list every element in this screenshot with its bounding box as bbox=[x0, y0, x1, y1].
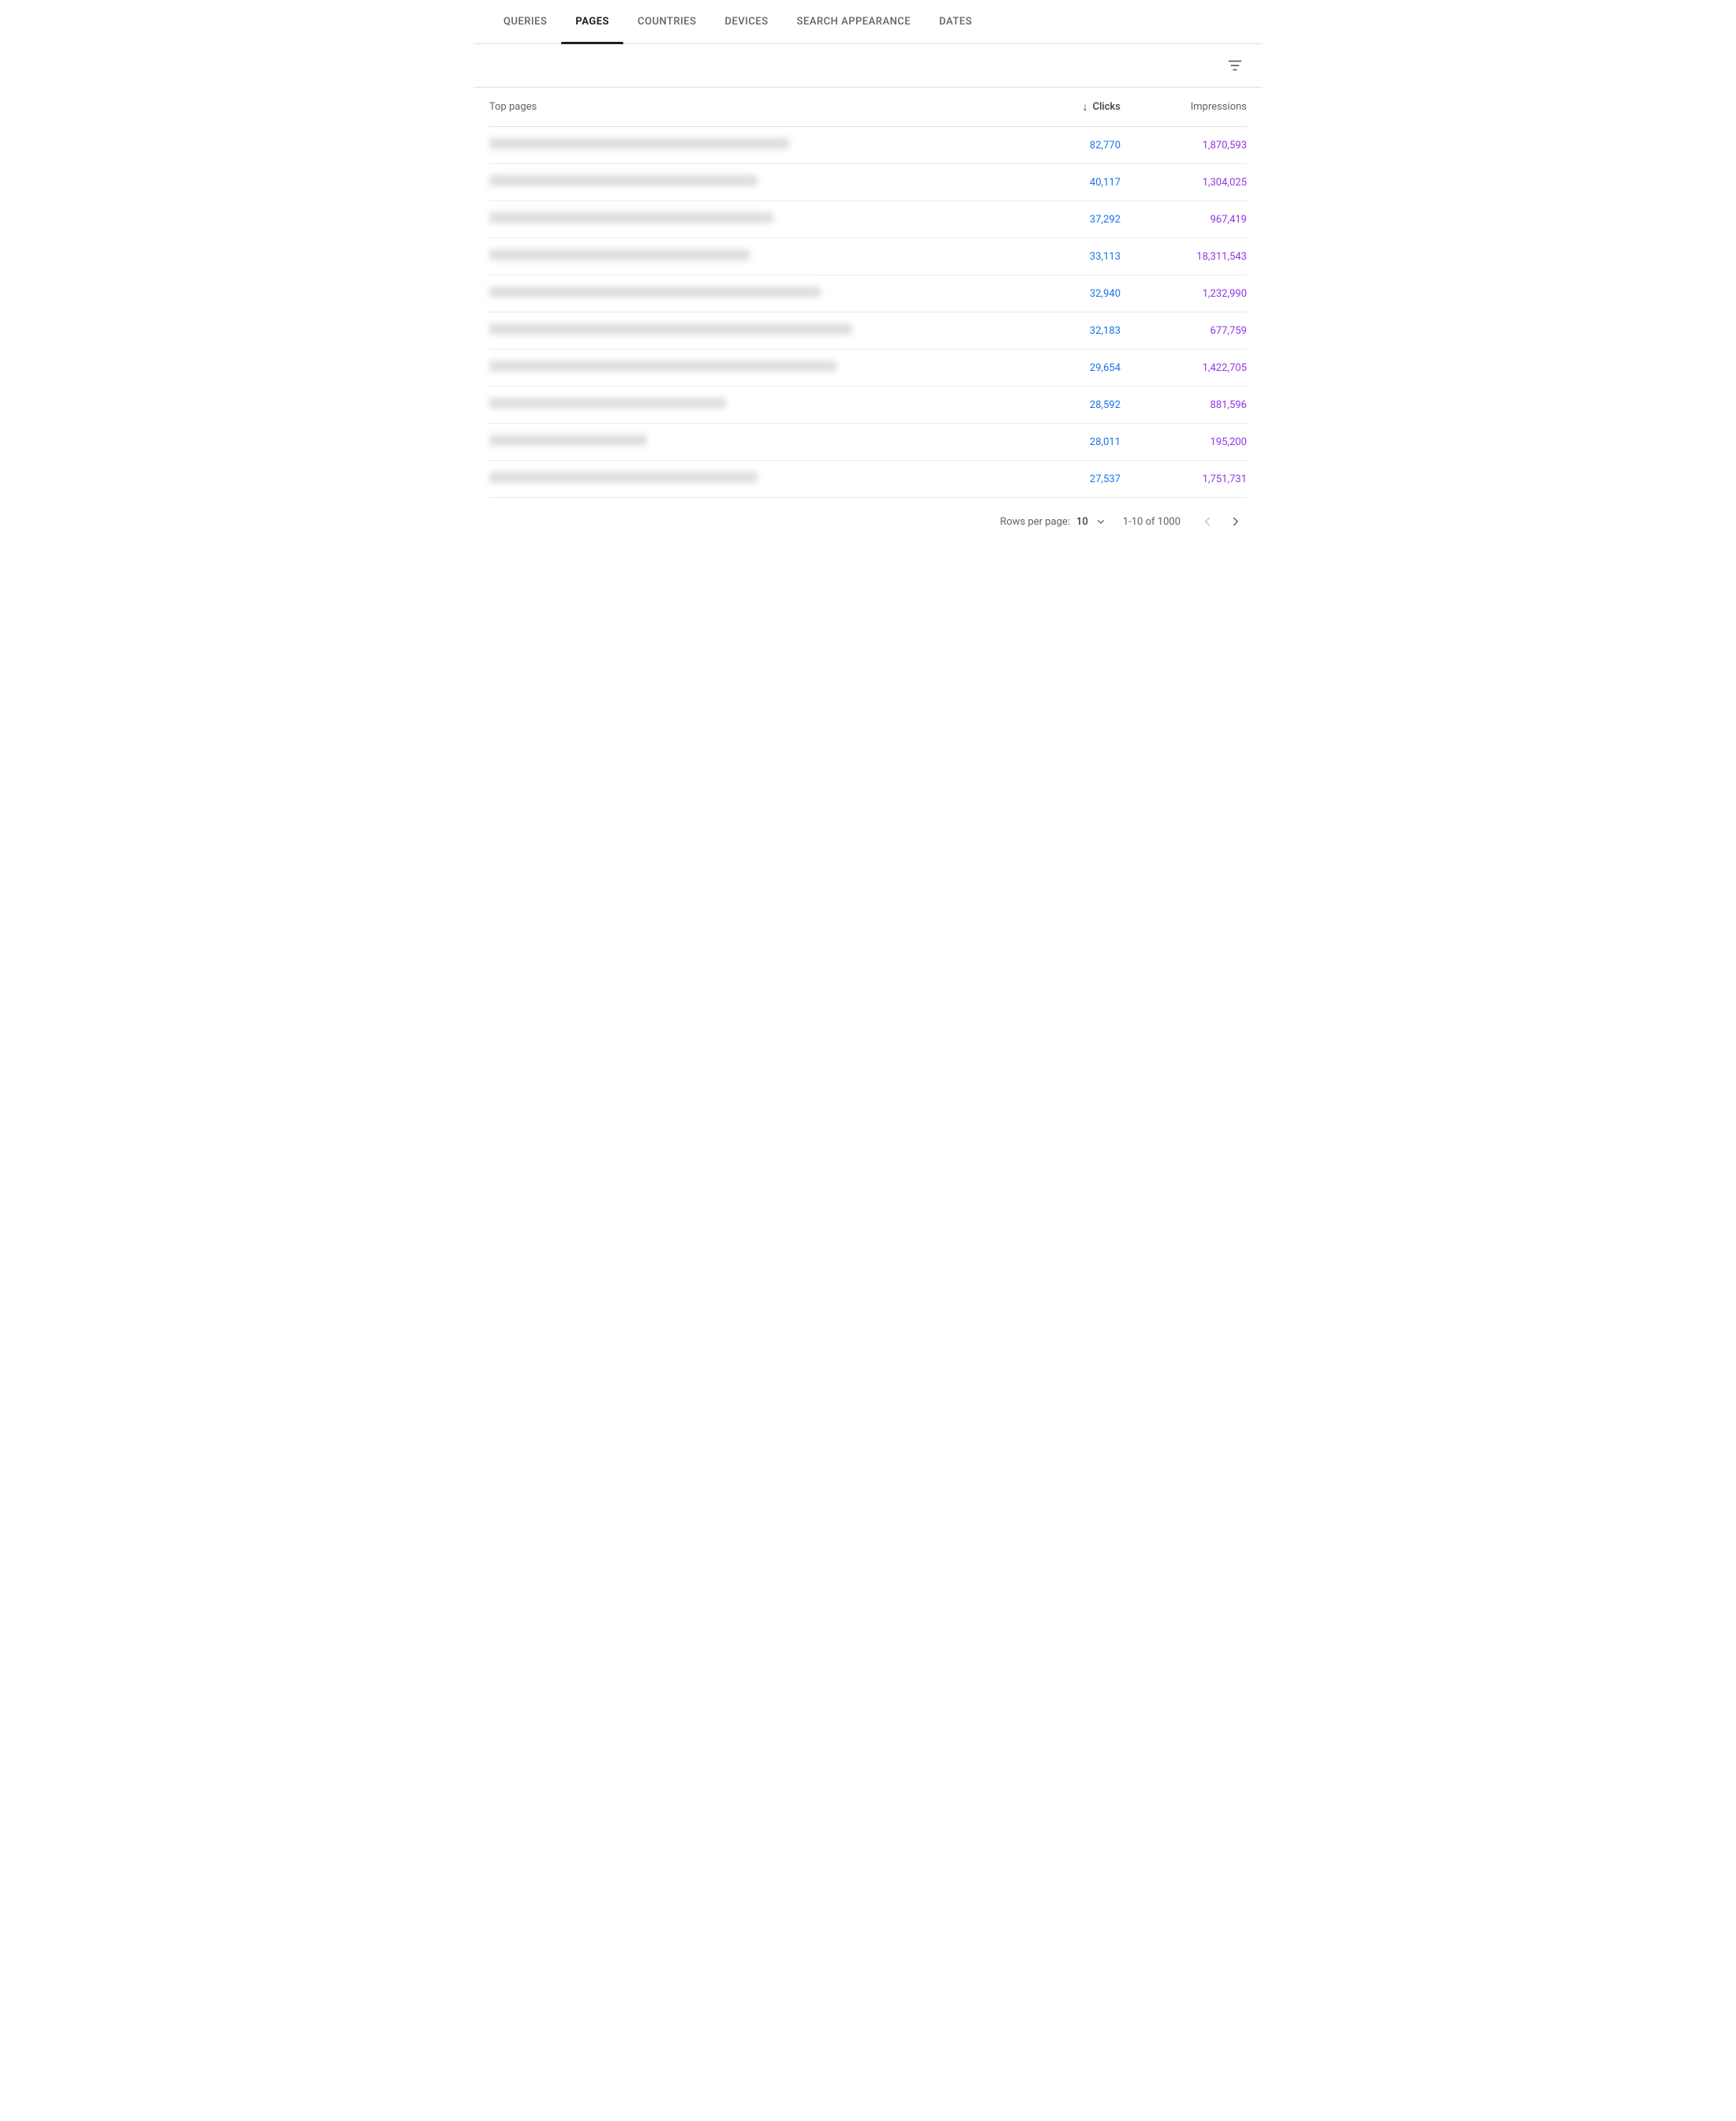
cell-impressions: 1,232,990 bbox=[1121, 288, 1247, 300]
tab-devices[interactable]: DEVICES bbox=[711, 0, 783, 43]
table-header-row: Top pages ↓ Clicks Impressions bbox=[489, 88, 1247, 127]
cell-impressions: 967,419 bbox=[1121, 214, 1247, 226]
rows-dropdown[interactable] bbox=[1094, 515, 1107, 528]
cell-clicks: 27,537 bbox=[994, 473, 1121, 485]
table-row: 28,011 195,200 bbox=[489, 424, 1247, 461]
cell-clicks: 32,940 bbox=[994, 288, 1121, 300]
tab-queries[interactable]: QUERIES bbox=[489, 0, 561, 43]
tab-dates[interactable]: DATES bbox=[925, 0, 986, 43]
cell-impressions: 1,422,705 bbox=[1121, 362, 1247, 374]
cell-clicks: 33,113 bbox=[994, 251, 1121, 263]
cell-clicks: 37,292 bbox=[994, 214, 1121, 226]
header-page: Top pages bbox=[489, 101, 994, 113]
table-row: 28,592 881,596 bbox=[489, 387, 1247, 424]
data-table: Top pages ↓ Clicks Impressions 82,770 1,… bbox=[473, 88, 1263, 498]
cell-url bbox=[489, 435, 994, 449]
cell-url bbox=[489, 138, 994, 152]
cell-url bbox=[489, 324, 994, 338]
cell-impressions: 1,751,731 bbox=[1121, 473, 1247, 485]
page-navigation bbox=[1196, 511, 1247, 533]
table-row: 37,292 967,419 bbox=[489, 201, 1247, 238]
table-row: 27,537 1,751,731 bbox=[489, 461, 1247, 498]
cell-clicks: 28,011 bbox=[994, 436, 1121, 448]
cell-impressions: 881,596 bbox=[1121, 399, 1247, 411]
sort-arrow-icon: ↓ bbox=[1083, 100, 1088, 114]
cell-impressions: 195,200 bbox=[1121, 436, 1247, 448]
cell-clicks: 32,183 bbox=[994, 325, 1121, 337]
next-page-button[interactable] bbox=[1225, 511, 1247, 533]
table-row: 33,113 18,311,543 bbox=[489, 238, 1247, 275]
cell-impressions: 1,870,593 bbox=[1121, 140, 1247, 152]
cell-clicks: 28,592 bbox=[994, 399, 1121, 411]
page-info: 1-10 of 1000 bbox=[1123, 516, 1180, 528]
pagination-bar: Rows per page: 10 1-10 of 1000 bbox=[473, 498, 1263, 545]
table-row: 40,117 1,304,025 bbox=[489, 164, 1247, 201]
cell-url bbox=[489, 361, 994, 375]
cell-impressions: 1,304,025 bbox=[1121, 177, 1247, 189]
rows-per-page-label: Rows per page: bbox=[1000, 516, 1070, 528]
header-clicks[interactable]: ↓ Clicks bbox=[994, 100, 1121, 114]
filter-bar bbox=[473, 44, 1263, 88]
cell-clicks: 40,117 bbox=[994, 177, 1121, 189]
tab-search-appearance[interactable]: SEARCH APPEARANCE bbox=[783, 0, 926, 43]
cell-url bbox=[489, 398, 994, 412]
prev-page-button[interactable] bbox=[1196, 511, 1218, 533]
cell-url bbox=[489, 472, 994, 486]
cell-url bbox=[489, 212, 994, 226]
cell-impressions: 677,759 bbox=[1121, 325, 1247, 337]
cell-url bbox=[489, 286, 994, 301]
cell-clicks: 29,654 bbox=[994, 362, 1121, 374]
cell-clicks: 82,770 bbox=[994, 140, 1121, 152]
filter-button[interactable] bbox=[1223, 54, 1247, 77]
table-row: 82,770 1,870,593 bbox=[489, 127, 1247, 164]
rows-per-page-control: Rows per page: 10 bbox=[1000, 515, 1106, 528]
tabs-bar: QUERIES PAGES COUNTRIES DEVICES SEARCH A… bbox=[473, 0, 1263, 44]
table-row: 32,183 677,759 bbox=[489, 312, 1247, 350]
rows-value: 10 bbox=[1076, 516, 1088, 528]
table-row: 29,654 1,422,705 bbox=[489, 350, 1247, 387]
cell-url bbox=[489, 249, 994, 264]
header-impressions[interactable]: Impressions bbox=[1121, 101, 1247, 113]
cell-impressions: 18,311,543 bbox=[1121, 251, 1247, 263]
table-row: 32,940 1,232,990 bbox=[489, 275, 1247, 312]
cell-url bbox=[489, 175, 994, 189]
tab-countries[interactable]: COUNTRIES bbox=[623, 0, 711, 43]
tab-pages[interactable]: PAGES bbox=[561, 0, 623, 43]
